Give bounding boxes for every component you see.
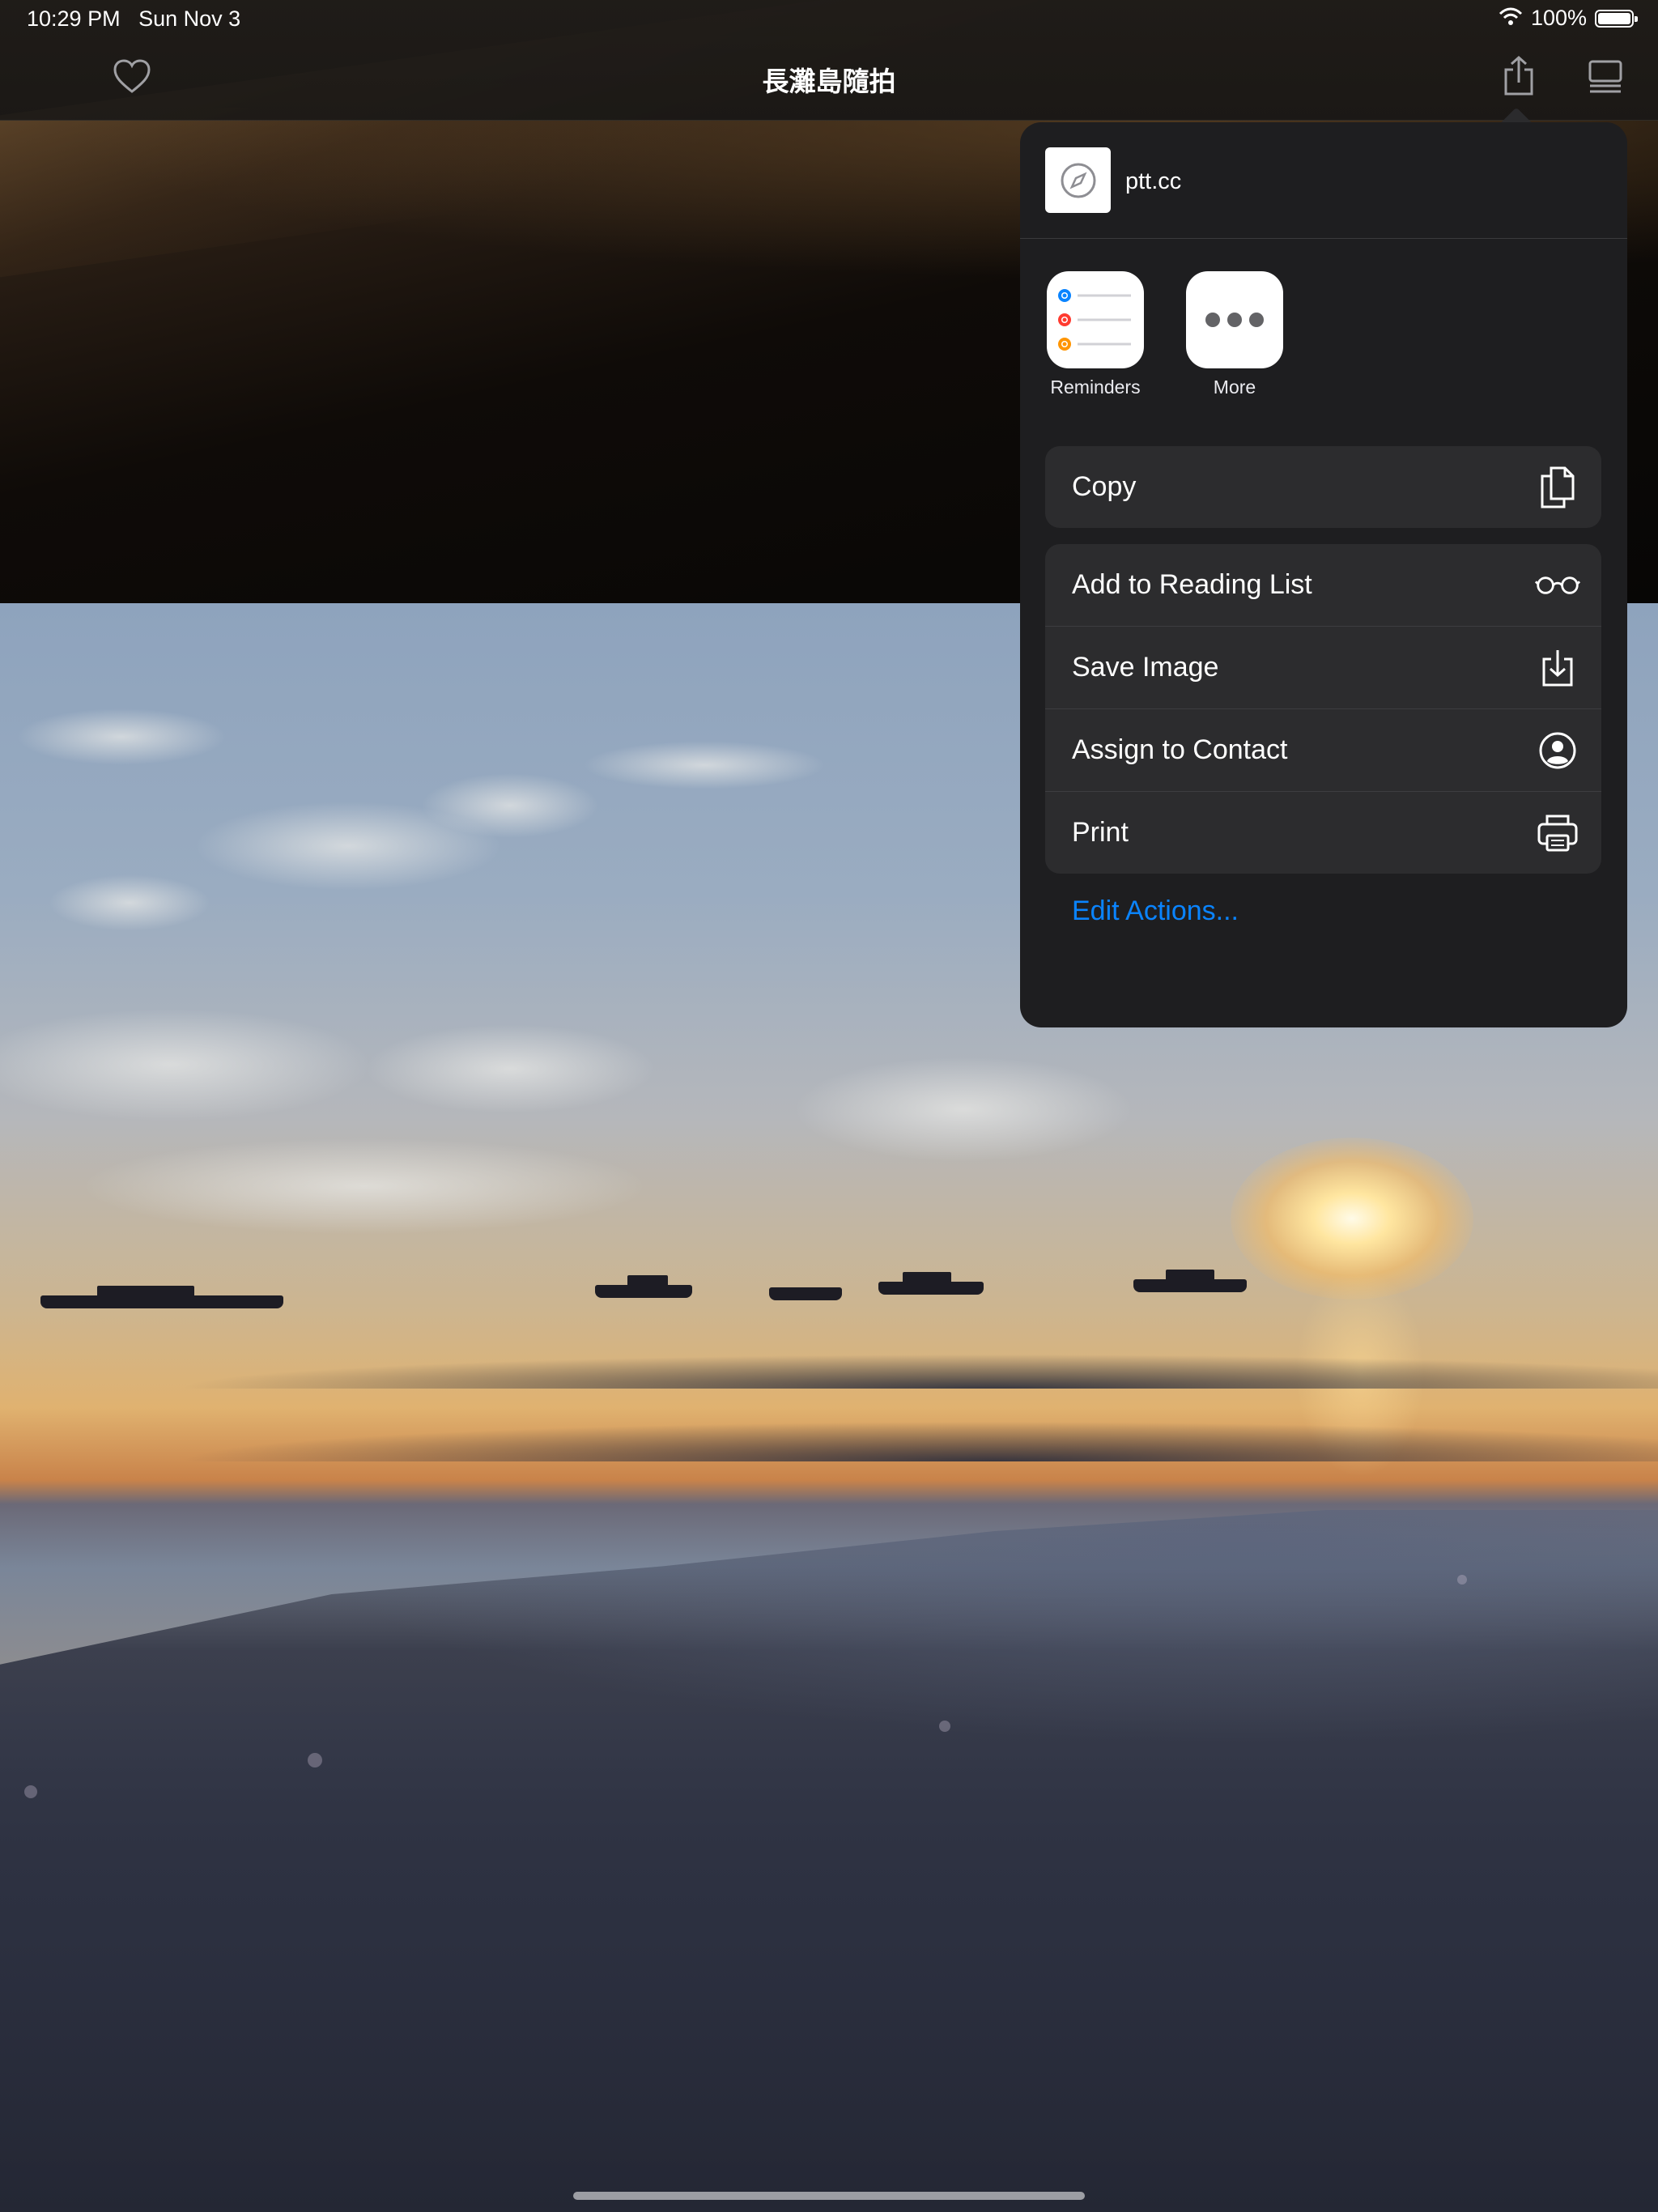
contact-icon xyxy=(1535,728,1580,773)
add-to-reading-list-action[interactable]: Add to Reading List xyxy=(1045,544,1601,627)
action-label: Save Image xyxy=(1072,652,1219,683)
share-header: ptt.cc xyxy=(1020,122,1627,239)
actions-group: Add to Reading List Save Image Assign to… xyxy=(1045,544,1601,874)
app-row: Reminders More xyxy=(1020,239,1627,429)
print-action[interactable]: Print xyxy=(1045,792,1601,874)
action-label: Copy xyxy=(1072,471,1137,502)
app-more[interactable]: More xyxy=(1184,271,1285,398)
battery-percent: 100% xyxy=(1530,6,1587,30)
heart-icon[interactable] xyxy=(109,53,155,99)
printer-icon xyxy=(1535,810,1580,856)
save-image-action[interactable]: Save Image xyxy=(1045,627,1601,709)
save-image-icon xyxy=(1535,645,1580,691)
status-time: 10:29 PM Sun Nov 3 xyxy=(27,6,241,31)
compass-icon xyxy=(1045,147,1111,213)
share-sheet: ptt.cc Reminders More Copy Add to Readin… xyxy=(1020,122,1627,1027)
reminders-icon xyxy=(1047,271,1144,368)
glasses-icon xyxy=(1535,563,1580,608)
action-label: Add to Reading List xyxy=(1072,569,1312,600)
app-reminders[interactable]: Reminders xyxy=(1045,271,1146,398)
status-bar: 10:29 PM Sun Nov 3 100% xyxy=(0,0,1658,39)
wave-foam xyxy=(0,1510,1658,2212)
action-label: Print xyxy=(1072,817,1129,848)
copy-icon xyxy=(1535,465,1580,510)
action-label: Assign to Contact xyxy=(1072,734,1288,765)
copy-group: Copy xyxy=(1045,446,1601,528)
share-icon[interactable] xyxy=(1496,53,1541,99)
site-name: ptt.cc xyxy=(1125,168,1182,194)
reader-list-icon[interactable] xyxy=(1583,53,1628,99)
page-title: 長灘島隨拍 xyxy=(762,66,896,96)
app-label: More xyxy=(1213,376,1256,398)
wifi-icon xyxy=(1499,6,1523,31)
app-label: Reminders xyxy=(1050,376,1141,398)
copy-action[interactable]: Copy xyxy=(1045,446,1601,528)
battery-icon xyxy=(1595,9,1638,28)
more-icon xyxy=(1186,271,1283,368)
home-indicator[interactable] xyxy=(573,2192,1085,2200)
assign-to-contact-action[interactable]: Assign to Contact xyxy=(1045,709,1601,792)
edit-actions-link[interactable]: Edit Actions... xyxy=(1072,895,1239,927)
